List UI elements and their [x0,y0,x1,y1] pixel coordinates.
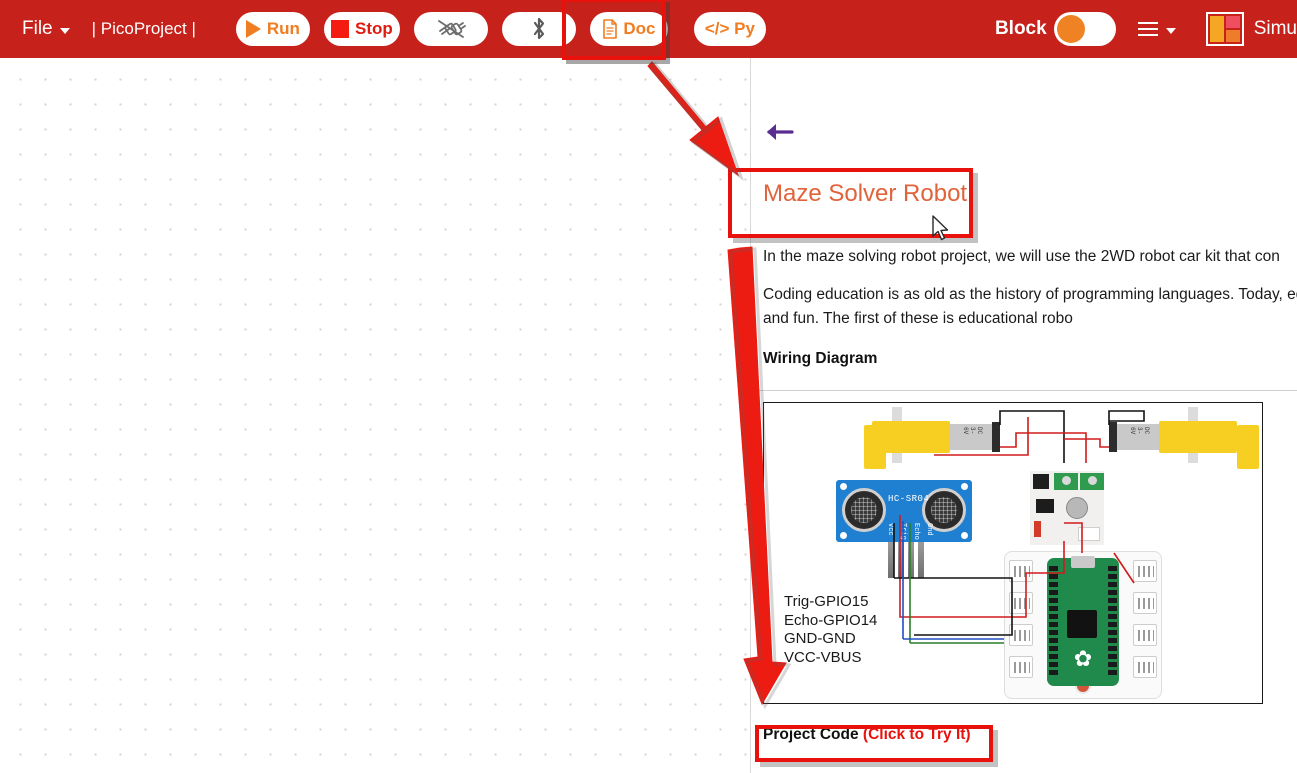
project-code-link[interactable]: Project Code (Click to Try It) [763,726,971,744]
documentation-panel: Maze Solver Robot In the maze solving ro… [750,58,1297,773]
pin-mapping-labels: Trig-GPIO15 Echo-GPIO14 GND-GND VCC-VBUS [784,593,877,667]
run-button[interactable]: Run [235,12,310,46]
file-menu-label: File [22,18,53,39]
chevron-down-icon [1165,27,1176,34]
pin-mapping-trig: Trig-GPIO15 [784,593,869,610]
doc-paragraph-2: Coding education is as old as the histor… [763,286,1297,328]
doc-label: Doc [623,19,656,38]
back-button[interactable] [763,121,795,148]
layout-panels-icon[interactable] [1205,12,1244,46]
python-button[interactable]: </> Py [693,12,766,46]
toggle-knob [1056,15,1085,43]
layout-panel-2 [1209,16,1224,42]
project-code-label: Project Code [763,726,859,743]
layout-panel-1 [1225,16,1240,28]
wiring-diagram-image: DC 3-6V DC 3-6V HC-SR04 Vcc Trig Echo Gn [763,402,1263,704]
simulator-label: Simu [1253,18,1297,39]
block-code-toggle[interactable] [1053,12,1116,46]
menu-button[interactable] [1137,22,1176,36]
pin-mapping-echo: Echo-GPIO14 [784,611,878,629]
pin-mapping-gnd: GND-GND [784,630,856,648]
block-mode-label: Block [994,18,1047,39]
stop-button[interactable]: Stop [323,12,400,46]
bluetooth-icon [533,17,544,40]
section-divider [756,390,1297,391]
layout-panel-3 [1225,30,1240,42]
document-icon [603,19,618,39]
bluetooth-button[interactable] [501,12,576,46]
doc-button[interactable]: Doc [589,12,668,46]
chevron-down-icon [59,27,70,34]
project-name-label: | PicoProject | [91,19,196,38]
hamburger-menu-icon [1137,22,1158,36]
python-label: </> Py [704,19,755,38]
project-code-hint: (Click to Try It) [862,726,971,743]
file-menu-button[interactable]: File [22,18,70,40]
usb-connect-button[interactable] [413,12,488,46]
back-arrow-icon [767,124,794,140]
run-label: Run [266,19,300,38]
pin-mapping-vcc: VCC-VBUS [784,648,862,666]
stop-label: Stop [355,19,393,38]
usb-disconnected-icon [437,20,466,38]
page-title: Maze Solver Robot [763,180,968,207]
play-icon [245,20,261,38]
wiring-diagram-heading: Wiring Diagram [763,350,878,367]
stop-square-icon [331,20,349,38]
top-toolbar: File | PicoProject | Run Stop Doc </> Py… [0,0,1297,60]
doc-paragraph-1: In the maze solving robot project, we wi… [763,248,1280,265]
